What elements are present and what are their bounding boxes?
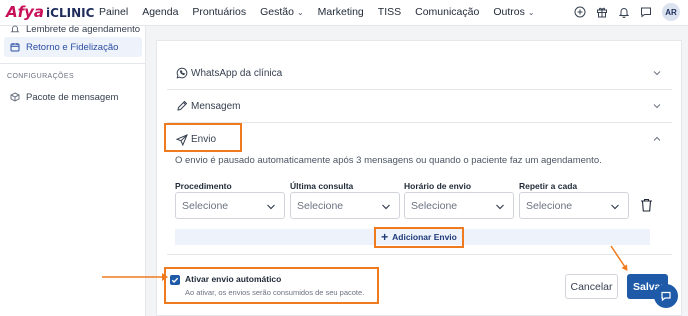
nav-label: Gestão [260, 6, 294, 18]
notification-bell-icon[interactable] [618, 6, 630, 18]
sidebar-item-retorno[interactable]: Retorno e Fidelização [4, 37, 142, 57]
nav-item-comunicacao[interactable]: Comunicação [415, 6, 479, 18]
envio-highlight [164, 123, 242, 152]
main-nav: Painel Agenda Prontuários Gestão ⌄ Market… [99, 6, 549, 18]
chevron-down-icon: ⌄ [527, 8, 535, 17]
top-actions: AR [574, 3, 680, 21]
select-value: Selecione [411, 199, 458, 212]
section-title: Mensagem [191, 100, 241, 112]
nav-label: Agenda [142, 6, 179, 18]
nav-label: TISS [377, 6, 402, 18]
nav-item-prontuarios[interactable]: Prontuários [192, 6, 246, 18]
chevron-down-icon [653, 71, 661, 76]
section-divider [167, 254, 672, 255]
sidebar-item-label: Lembrete de agendamento [26, 23, 141, 35]
chevron-down-icon [267, 204, 275, 210]
horario-envio-select[interactable]: Selecione [404, 192, 514, 219]
nav-item-tiss[interactable]: TISS [378, 6, 401, 18]
ultima-consulta-select[interactable]: Selecione [290, 192, 400, 219]
nav-item-outros[interactable]: Outros ⌄ [493, 6, 534, 18]
add-circle-icon[interactable] [574, 6, 586, 18]
nav-item-marketing[interactable]: Marketing [318, 6, 364, 18]
select-value: Selecione [297, 199, 344, 212]
chevron-down-icon [496, 204, 504, 210]
bell-icon [10, 25, 20, 33]
nav-item-painel[interactable]: Painel [99, 6, 128, 18]
add-envio-highlight [374, 227, 464, 248]
gift-icon[interactable] [596, 6, 608, 18]
column-label-procedimento: Procedimento [175, 181, 232, 191]
sidebar-item-pacote[interactable]: Pacote de mensagem [4, 87, 142, 107]
chevron-down-icon: ⌄ [296, 8, 304, 17]
chevron-down-icon [382, 204, 390, 210]
chat-message-icon[interactable] [640, 6, 652, 18]
procedimento-select[interactable]: Selecione [175, 192, 285, 219]
package-icon [10, 92, 20, 102]
section-envio[interactable]: Envio [167, 123, 672, 156]
arrow-icon [102, 273, 168, 281]
nav-label: Marketing [317, 6, 364, 18]
chevron-down-icon [653, 104, 661, 109]
config-card: WhatsApp da clínica Mensagem Envio O env… [156, 40, 682, 316]
column-label-repetir: Repetir a cada [519, 181, 578, 191]
sidebar-divider [0, 63, 146, 64]
section-mensagem[interactable]: Mensagem [167, 90, 672, 123]
sidebar-section-title: CONFIGURAÇÕES [7, 73, 75, 80]
support-chat-button[interactable] [654, 284, 678, 308]
select-value: Selecione [182, 199, 229, 212]
nav-label: Painel [99, 6, 129, 18]
sidebar-item-lembrete[interactable]: Lembrete de agendamento [4, 19, 142, 39]
sidebar-item-label: Retorno e Fidelização [26, 41, 119, 53]
nav-item-gestao[interactable]: Gestão ⌄ [260, 6, 304, 18]
trash-icon[interactable] [640, 198, 653, 212]
cancel-button[interactable]: Cancelar [565, 274, 618, 299]
user-avatar[interactable]: AR [662, 3, 680, 21]
column-label-horario: Horário de envio [404, 181, 472, 191]
section-whatsapp[interactable]: WhatsApp da clínica [167, 57, 672, 90]
column-label-ultima-consulta: Última consulta [290, 181, 354, 191]
nav-label: Comunicação [415, 6, 480, 18]
whatsapp-icon [176, 67, 188, 79]
repetir-select[interactable]: Selecione [519, 192, 629, 219]
brand-iclinic: iCLINIC [46, 6, 95, 20]
arrow-icon [610, 245, 628, 271]
section-title: WhatsApp da clínica [191, 67, 283, 79]
select-value: Selecione [526, 199, 573, 212]
nav-item-agenda[interactable]: Agenda [142, 6, 178, 18]
chevron-up-icon [653, 136, 661, 141]
calendar-icon [10, 43, 20, 52]
envio-description: O envio é pausado automaticamente após 3… [175, 155, 602, 166]
pencil-icon [177, 100, 188, 111]
nav-label: Prontuários [192, 6, 247, 18]
chat-bubble-icon [661, 291, 671, 302]
chevron-down-icon [611, 204, 619, 210]
sidebar-item-label: Pacote de mensagem [26, 91, 119, 103]
nav-label: Outros [493, 6, 525, 18]
auto-send-highlight [164, 267, 379, 304]
